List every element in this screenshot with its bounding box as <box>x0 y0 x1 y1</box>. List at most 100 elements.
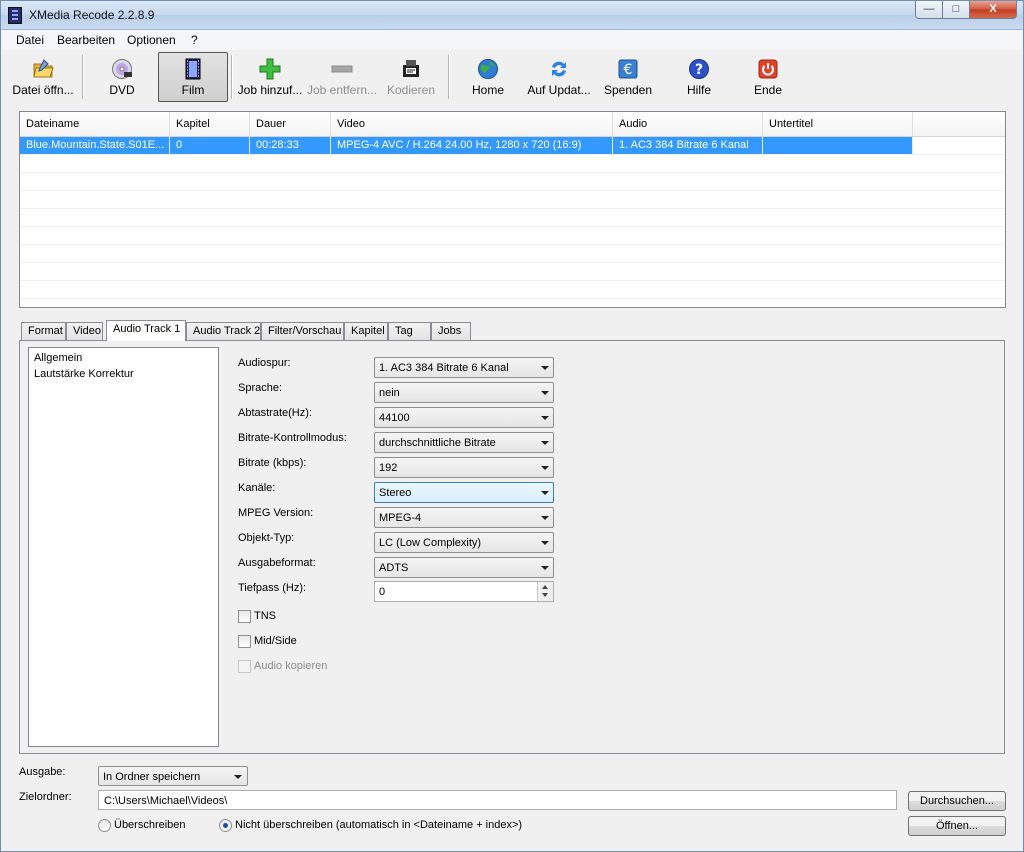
spinner-up-icon[interactable] <box>542 585 548 589</box>
chevron-down-icon <box>541 366 549 370</box>
tab-video[interactable]: Video <box>66 322 103 340</box>
help-label: Hilfe <box>686 83 711 97</box>
dvd-label: DVD <box>109 83 135 97</box>
checkbox-box[interactable] <box>238 660 251 673</box>
column-dateiname[interactable]: Dateiname <box>20 112 170 136</box>
radio-dot[interactable] <box>219 819 232 832</box>
empty-row <box>20 227 1005 245</box>
bitrate-select[interactable]: 192 <box>374 457 554 478</box>
kanaele-label: Kanäle: <box>238 482 276 494</box>
globe-icon <box>478 59 498 79</box>
ausgabe-select[interactable]: In Ordner speichern <box>98 766 248 786</box>
update-button[interactable]: Auf Updat... <box>524 53 594 101</box>
column-video[interactable]: Video <box>331 112 613 136</box>
spinner-down-icon[interactable] <box>542 593 548 597</box>
kanaele-select[interactable]: Stereo <box>374 482 554 503</box>
tree-item-lautstaerke[interactable]: Lautstärke Korrektur <box>34 368 134 380</box>
zielordner-value: C:\Users\Michael\Videos\ <box>104 795 228 807</box>
open-button[interactable]: Öffnen... <box>908 816 1006 836</box>
close-button[interactable]: X <box>969 1 1017 19</box>
dvd-disc-icon <box>112 59 132 79</box>
app-window: XMedia Recode 2.2.8.9 — □ X Datei Bearbe… <box>0 0 1024 852</box>
column-audio[interactable]: Audio <box>613 112 763 136</box>
chevron-down-icon <box>541 541 549 545</box>
empty-row <box>20 263 1005 281</box>
zielordner-input[interactable]: C:\Users\Michael\Videos\ <box>98 790 897 810</box>
chevron-down-icon <box>541 566 549 570</box>
refresh-icon <box>552 61 566 77</box>
column-kapitel[interactable]: Kapitel <box>170 112 250 136</box>
tab-jobs[interactable]: Jobs <box>431 322 471 340</box>
objekt-typ-value: LC (Low Complexity) <box>379 537 482 549</box>
remove-job-label: Job entfern... <box>306 83 378 97</box>
film-button[interactable]: Film <box>158 52 228 102</box>
encode-button[interactable]: Kodieren <box>382 53 440 101</box>
bitrate-value: 192 <box>379 462 398 474</box>
objekt-typ-select[interactable]: LC (Low Complexity) <box>374 532 554 553</box>
tree-item-allgemein[interactable]: Allgemein <box>34 352 82 364</box>
chevron-down-icon <box>541 416 549 420</box>
open-file-button[interactable]: Datei öffn... <box>9 53 77 101</box>
empty-row <box>20 245 1005 263</box>
column-dauer[interactable]: Dauer <box>250 112 331 136</box>
bitrate-mode-select[interactable]: durchschnittliche Bitrate <box>374 432 554 453</box>
power-icon <box>758 59 778 79</box>
radio-dot[interactable] <box>98 819 111 832</box>
encode-icon <box>403 60 419 77</box>
empty-row <box>20 191 1005 209</box>
tab-audio-track-2[interactable]: Audio Track 2 <box>186 322 261 340</box>
exit-button[interactable]: Ende <box>745 53 791 101</box>
maximize-button[interactable]: □ <box>942 1 970 19</box>
toolbar: Datei öffn... DVD Film Job hinzuf... Job… <box>2 50 1022 106</box>
no-overwrite-label: Nicht überschreiben (automatisch in <Dat… <box>235 819 523 831</box>
cell-kapitel: 0 <box>170 137 250 154</box>
audiospur-select[interactable]: 1. AC3 384 Bitrate 6 Kanal <box>374 357 554 378</box>
menu-optionen[interactable]: Optionen <box>127 33 176 47</box>
empty-row <box>20 173 1005 191</box>
cell-dateiname: Blue.Mountain.State.S01E... <box>20 137 170 154</box>
toolbar-separator <box>231 55 233 99</box>
abtastrate-select[interactable]: 44100 <box>374 407 554 428</box>
tab-tag[interactable]: Tag <box>388 322 431 340</box>
abtastrate-value: 44100 <box>379 412 410 424</box>
spinner-buttons[interactable] <box>537 582 553 601</box>
ausgabeformat-select[interactable]: ADTS <box>374 557 554 578</box>
mpeg-version-value: MPEG-4 <box>379 512 422 524</box>
table-row[interactable]: Blue.Mountain.State.S01E... 0 00:28:33 M… <box>20 137 1005 155</box>
mpeg-version-select[interactable]: MPEG-4 <box>374 507 554 528</box>
donate-button[interactable]: € Spenden <box>602 53 654 101</box>
sprache-select[interactable]: nein <box>374 382 554 403</box>
sprache-label: Sprache: <box>238 382 283 394</box>
dvd-button[interactable]: DVD <box>94 53 150 101</box>
settings-tree[interactable]: Allgemein Lautstärke Korrektur <box>28 347 219 747</box>
menu-bearbeiten[interactable]: Bearbeiten <box>57 33 115 47</box>
home-button[interactable]: Home <box>464 53 512 101</box>
menu-help[interactable]: ? <box>191 33 198 47</box>
chevron-down-icon <box>541 516 549 520</box>
tiefpass-spinner[interactable]: 0 <box>374 581 554 602</box>
remove-job-button[interactable]: Job entfern... <box>304 53 380 101</box>
tab-filter-vorschau[interactable]: Filter/Vorschau <box>261 322 344 340</box>
column-untertitel[interactable]: Untertitel <box>763 112 913 136</box>
add-job-label: Job hinzuf... <box>237 83 303 97</box>
menu-datei[interactable]: Datei <box>16 33 44 47</box>
checkbox-box[interactable] <box>238 635 251 648</box>
ausgabe-label: Ausgabe: <box>19 766 66 778</box>
title-bar[interactable]: XMedia Recode 2.2.8.9 — □ X <box>1 1 1023 30</box>
add-job-button[interactable]: Job hinzuf... <box>236 53 304 101</box>
checkbox-box[interactable] <box>238 610 251 623</box>
toolbar-separator <box>448 55 450 99</box>
tab-kapitel[interactable]: Kapitel <box>344 322 388 340</box>
mpeg-version-label: MPEG Version: <box>238 507 314 519</box>
chevron-down-icon <box>541 491 549 495</box>
file-list[interactable]: Dateiname Kapitel Dauer Video Audio Unte… <box>19 111 1006 308</box>
tab-format[interactable]: Format <box>21 322 66 340</box>
minimize-button[interactable]: — <box>915 1 943 19</box>
tab-audio-track-1[interactable]: Audio Track 1 <box>106 320 186 341</box>
browse-button[interactable]: Durchsuchen... <box>908 791 1006 811</box>
svg-text:€: € <box>624 62 633 78</box>
cell-audio: 1. AC3 384 Bitrate 6 Kanal <box>613 137 763 154</box>
help-button[interactable]: ? Hilfe <box>676 53 722 101</box>
menu-bar: Datei Bearbeiten Optionen ? <box>2 30 1022 50</box>
open-file-label: Datei öffn... <box>12 83 74 97</box>
